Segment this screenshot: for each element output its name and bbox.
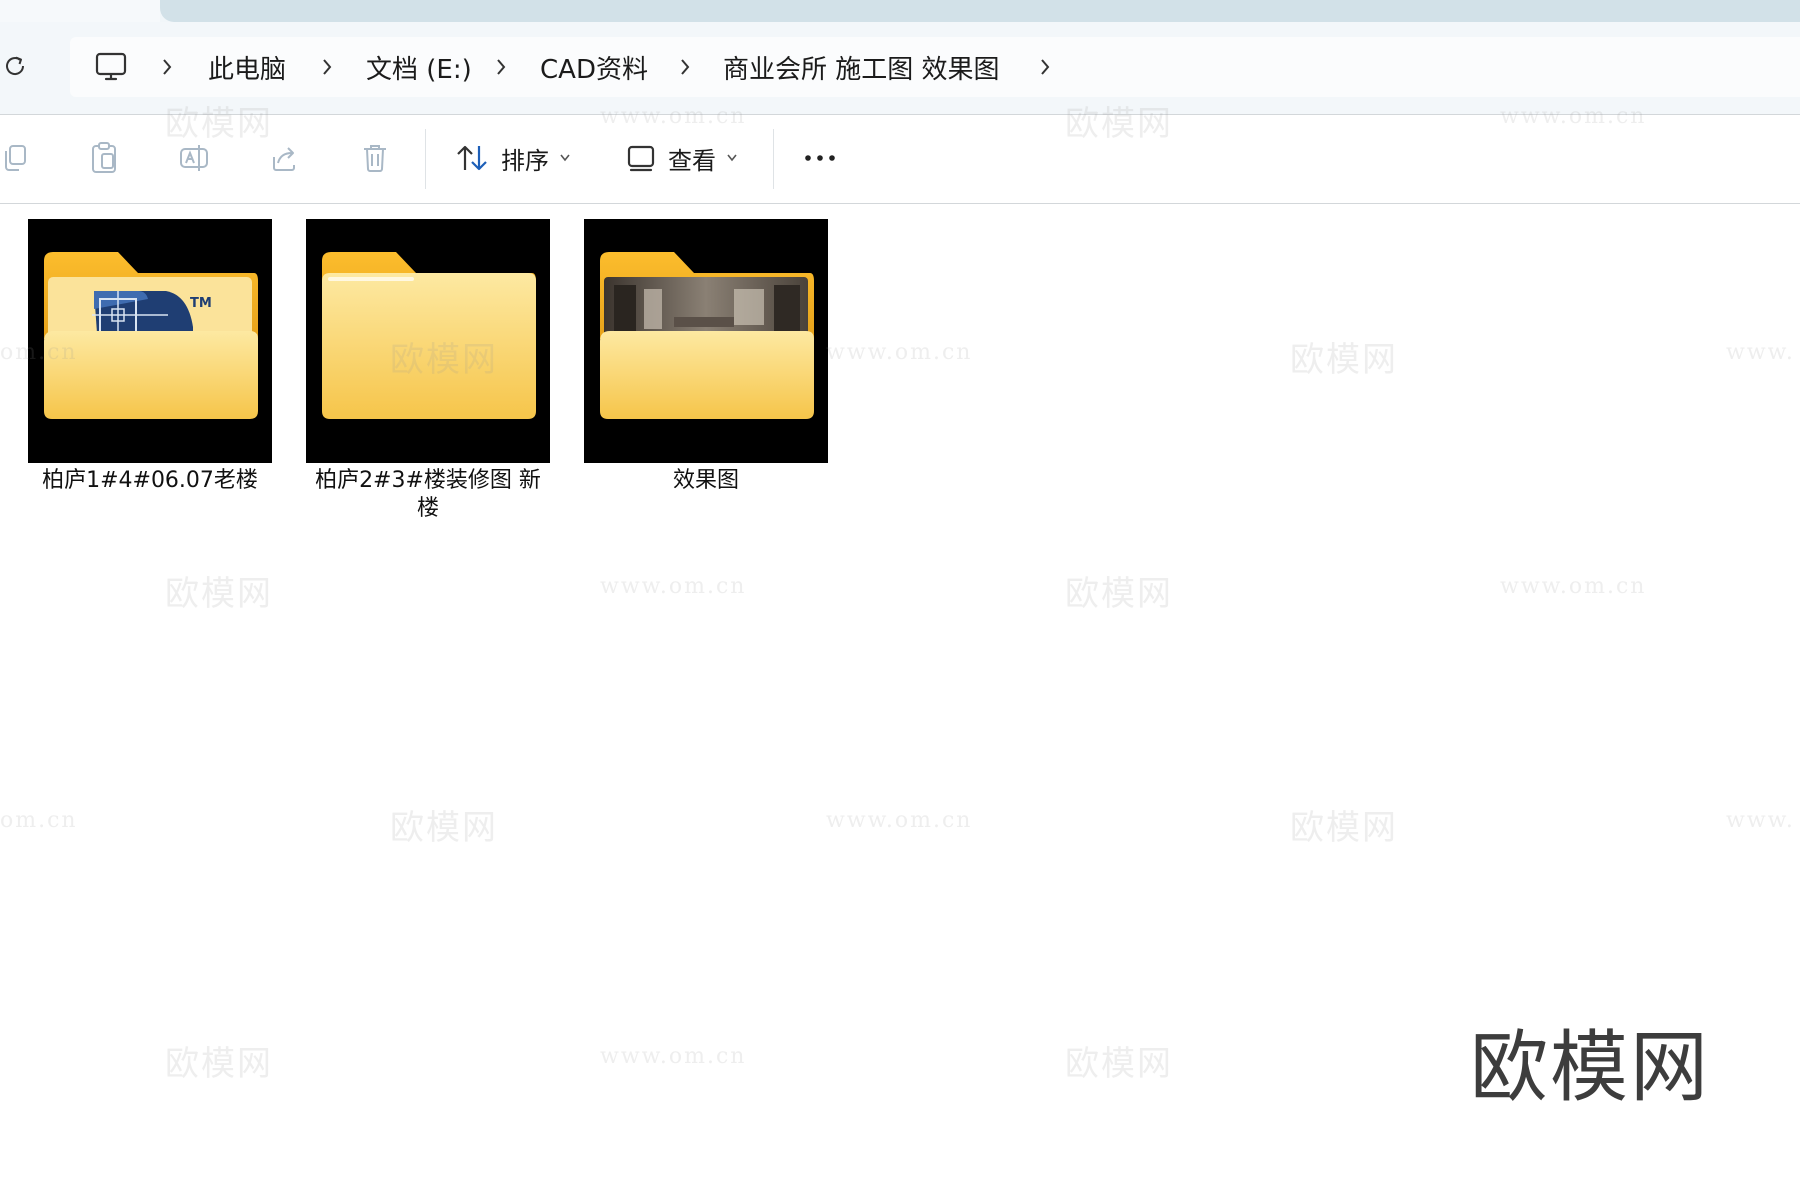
breadcrumb-current-folder[interactable]: 商业会所 施工图 效果图 [723, 37, 1000, 97]
active-tab[interactable] [0, 0, 160, 22]
share-button[interactable] [264, 133, 304, 183]
tab-bar-background [160, 0, 1800, 22]
empty-folder-thumbnail [306, 219, 550, 463]
breadcrumb-drive-e[interactable]: 文档 (E:) [366, 37, 472, 97]
rename-icon [180, 145, 208, 171]
breadcrumb-label: 商业会所 施工图 效果图 [723, 54, 1000, 85]
chevron-down-icon [560, 154, 570, 162]
share-icon [273, 147, 295, 171]
copy-button[interactable] [0, 133, 30, 183]
refresh-icon [6, 56, 25, 75]
monitor-icon [95, 52, 127, 81]
toolbar-separator [425, 129, 426, 189]
watermark-url: www. [1726, 808, 1795, 833]
sort-arrows-icon [457, 145, 487, 171]
chevron-right-icon[interactable] [314, 37, 340, 97]
watermark-url: www. [1726, 340, 1795, 365]
view-icon [627, 145, 655, 172]
watermark-text: 欧模网 [1290, 808, 1398, 848]
folder-icon [322, 252, 536, 419]
breadcrumb-this-pc[interactable]: 此电脑 [208, 37, 286, 97]
watermark-text: 欧模网 [1290, 340, 1398, 380]
breadcrumb-label: 此电脑 [208, 54, 287, 85]
watermark-text: 欧模网 [165, 1044, 273, 1084]
breadcrumb-cad-folder[interactable]: CAD资料 [540, 37, 648, 97]
watermark-url: www.om.cn [600, 574, 747, 599]
watermark-text: 欧模网 [390, 808, 498, 848]
file-name: 效果图 [672, 468, 739, 493]
watermark-logo: 欧模网 [1470, 1023, 1711, 1113]
folder-icon [600, 252, 814, 419]
folder-icon: TM [44, 252, 258, 419]
refresh-button[interactable] [0, 46, 30, 86]
breadcrumb-label: CAD资料 [540, 54, 648, 85]
address-bar[interactable]: 此电脑 文档 (E:) CAD资料 商业会所 施工图 效果图 [70, 37, 1800, 97]
chevron-right-icon[interactable] [1032, 37, 1058, 97]
sort-label: 排序 [501, 146, 549, 175]
command-toolbar: 排序 查看 [0, 115, 1800, 204]
sort-button[interactable]: 排序 [455, 133, 573, 183]
paste-button[interactable] [84, 133, 124, 183]
computer-crumb[interactable] [94, 37, 128, 97]
render-folder-thumbnail [584, 219, 828, 463]
svg-text:TM: TM [190, 296, 212, 311]
toolbar-separator [773, 129, 774, 189]
watermark-url: www.om.cn [1500, 574, 1647, 599]
chevron-down-icon [727, 154, 737, 162]
watermark-text: 欧模网 [165, 574, 273, 614]
chevron-right-icon[interactable] [488, 37, 514, 97]
view-button[interactable]: 查看 [626, 133, 740, 183]
watermark-text: 欧模网 [1065, 574, 1173, 614]
copy-icon [5, 145, 26, 171]
file-name: 柏庐1#4#06.07老楼 [42, 468, 258, 493]
breadcrumb-label: 文档 (E:) [366, 54, 472, 85]
view-label: 查看 [668, 146, 716, 175]
watermark-url: www.om.cn [600, 1044, 747, 1069]
watermark-url: om.cn [0, 808, 78, 833]
delete-button[interactable] [355, 133, 395, 183]
folder-item[interactable]: 柏庐2#3#楼装修图 新楼 [306, 219, 550, 523]
rename-button[interactable] [174, 133, 214, 183]
title-tab-strip [0, 0, 1800, 22]
watermark-url: www.om.cn [826, 808, 973, 833]
cad-folder-thumbnail: TM [28, 219, 272, 463]
paste-icon [92, 142, 116, 173]
chevron-right-icon[interactable] [154, 37, 180, 97]
more-options-button[interactable] [800, 133, 840, 183]
chevron-right-icon[interactable] [672, 37, 698, 97]
watermark-url: www.om.cn [826, 340, 973, 365]
more-icon [805, 155, 835, 161]
watermark-text: 欧模网 [1065, 1044, 1173, 1084]
folder-item[interactable]: TM 柏庐1#4#06.07老楼 [28, 219, 272, 495]
file-name: 柏庐2#3#楼装修图 新楼 [315, 468, 541, 521]
delete-icon [364, 145, 386, 172]
folder-item[interactable]: 效果图 [584, 219, 828, 495]
